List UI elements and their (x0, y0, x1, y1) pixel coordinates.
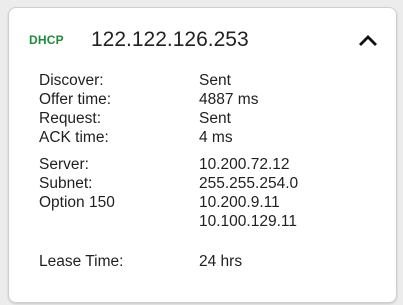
chevron-up-icon (359, 35, 377, 46)
discover-value: Sent (199, 72, 231, 89)
row-option-150: Option 150 10.200.9.11 10.100.129.11 (39, 193, 379, 231)
option-150-values: 10.200.9.11 10.100.129.11 (199, 193, 379, 231)
ack-time-label: ACK time: (39, 129, 109, 146)
subnet-value: 255.255.254.0 (199, 175, 299, 192)
request-label: Request: (39, 110, 102, 127)
option-150-value-1: 10.200.9.11 (199, 194, 280, 211)
lease-time-value: 24 hrs (199, 253, 243, 270)
server-value: 10.200.72.12 (199, 156, 290, 173)
row-offer-time: Offer time: 4887 ms (39, 90, 379, 109)
row-ack-time: ACK time: 4 ms (39, 128, 379, 147)
page: DHCP 122.122.126.253 Discover: Sent Offe… (0, 0, 403, 305)
row-subnet: Subnet: 255.255.254.0 (39, 174, 379, 193)
dhcp-card: DHCP 122.122.126.253 Discover: Sent Offe… (8, 7, 397, 303)
discover-label: Discover: (39, 72, 104, 89)
ip-address: 122.122.126.253 (91, 28, 249, 51)
row-lease-time: Lease Time: 24 hrs (39, 252, 379, 271)
ack-time-value: 4 ms (199, 129, 233, 146)
collapse-button[interactable] (352, 24, 384, 56)
dhcp-details: Discover: Sent Offer time: 4887 ms Reque… (39, 71, 379, 271)
subnet-label: Subnet: (39, 175, 93, 192)
row-discover: Discover: Sent (39, 71, 379, 90)
offer-time-value: 4887 ms (199, 91, 259, 108)
dhcp-tag: DHCP (29, 33, 64, 47)
request-value: Sent (199, 110, 231, 127)
offer-time-label: Offer time: (39, 91, 112, 108)
option-150-label: Option 150 (39, 194, 115, 211)
row-server: Server: 10.200.72.12 (39, 155, 379, 174)
card-header[interactable]: DHCP 122.122.126.253 (9, 8, 396, 66)
option-150-value-2: 10.100.129.11 (199, 213, 297, 230)
lease-time-label: Lease Time: (39, 253, 124, 270)
row-request: Request: Sent (39, 109, 379, 128)
server-label: Server: (39, 156, 89, 173)
